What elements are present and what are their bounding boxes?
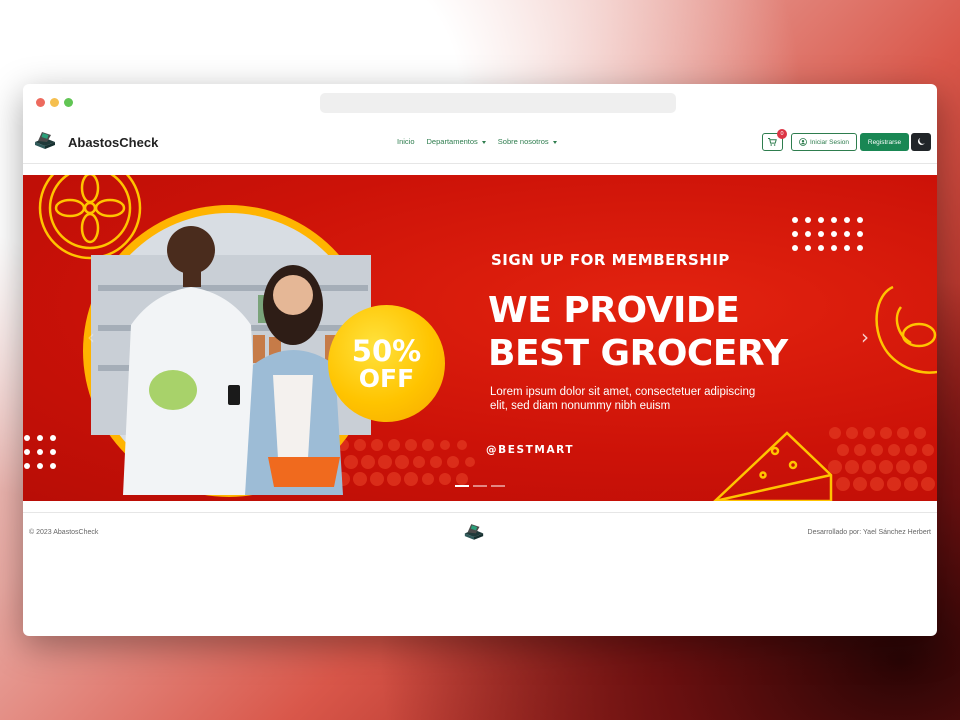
footer-credit: Desarrollado por: Yael Sánchez Herbert	[807, 529, 931, 536]
carousel-indicators	[455, 485, 505, 487]
banner-description-line-2: elit, sed diam nonummy nibh euism	[490, 400, 671, 412]
moon-icon	[917, 133, 926, 151]
caret-down-icon	[481, 140, 486, 144]
nav-item-label: Sobre nosotros	[497, 137, 549, 146]
discount-badge: 50% OFF	[328, 305, 445, 422]
minimize-window-dot[interactable]	[50, 98, 59, 107]
laptop-cart-logo-icon	[33, 130, 57, 155]
banner-description: Lorem ipsum dolor sit amet, consectetuer…	[490, 385, 810, 413]
carousel-indicator-3[interactable]	[491, 485, 505, 487]
login-button[interactable]: Iniciar Sesion	[791, 133, 857, 151]
brand[interactable]: AbastosCheck	[33, 130, 158, 155]
dot-grid-left	[24, 435, 56, 469]
nav-item-sobre-nosotros[interactable]: Sobre nosotros	[498, 137, 557, 146]
maximize-window-dot[interactable]	[64, 98, 73, 107]
cheese-outline-decoration	[713, 431, 833, 501]
dot-grid-top-right	[792, 217, 863, 251]
carousel-indicator-2[interactable]	[473, 485, 487, 487]
carousel-indicator-1[interactable]	[455, 485, 469, 487]
theme-toggle-button[interactable]	[911, 133, 931, 151]
footer: © 2023 AbastosCheck Desarrollado por: Ya…	[23, 512, 937, 552]
banner-subtitle: SIGN UP FOR MEMBERSHIP	[491, 251, 730, 269]
brand-name: AbastosCheck	[68, 135, 159, 150]
footer-copyright: © 2023 AbastosCheck	[29, 529, 99, 536]
cart-icon	[768, 133, 777, 151]
banner-handle: @BESTMART	[486, 444, 575, 456]
tomato-outline-decoration	[38, 175, 142, 260]
hero-carousel: SIGN UP FOR MEMBERSHIP WE PROVIDE BEST G…	[23, 175, 937, 501]
nav-item-label: Departamentos	[426, 137, 478, 146]
main-nav: Inicio Departamentos Sobre nosotros	[397, 137, 557, 146]
nav-item-inicio[interactable]: Inicio	[397, 137, 415, 146]
discount-off-label: OFF	[358, 363, 415, 393]
banner-headline: WE PROVIDE BEST GROCERY	[488, 289, 788, 375]
carousel-prev-button[interactable]: ‹	[87, 325, 95, 349]
browser-titlebar	[23, 84, 937, 122]
carousel-next-button[interactable]: ›	[861, 325, 869, 349]
nav-item-departamentos[interactable]: Departamentos	[427, 137, 486, 146]
browser-window: AbastosCheck Inicio Departamentos Sobre …	[23, 84, 937, 636]
discount-percent: 50%	[351, 333, 422, 368]
navbar: AbastosCheck Inicio Departamentos Sobre …	[23, 122, 937, 164]
close-window-dot[interactable]	[36, 98, 45, 107]
banner-headline-line-1: WE PROVIDE	[488, 290, 740, 331]
avocado-outline-decoration	[875, 285, 937, 374]
register-button[interactable]: Registrarse	[860, 133, 909, 151]
user-circle-icon	[799, 138, 807, 146]
cart-button[interactable]: 0	[762, 129, 787, 151]
caret-down-icon	[552, 140, 557, 144]
address-bar[interactable]	[320, 93, 676, 113]
banner-description-line-1: Lorem ipsum dolor sit amet, consectetuer…	[490, 386, 756, 398]
banner-headline-line-2: BEST GROCERY	[488, 333, 788, 374]
login-label: Iniciar Sesion	[809, 138, 850, 146]
cart-count-badge: 0	[777, 129, 787, 139]
halftone-pattern	[336, 427, 935, 491]
footer-logo-icon	[463, 522, 485, 546]
banner-decoration	[24, 175, 937, 501]
